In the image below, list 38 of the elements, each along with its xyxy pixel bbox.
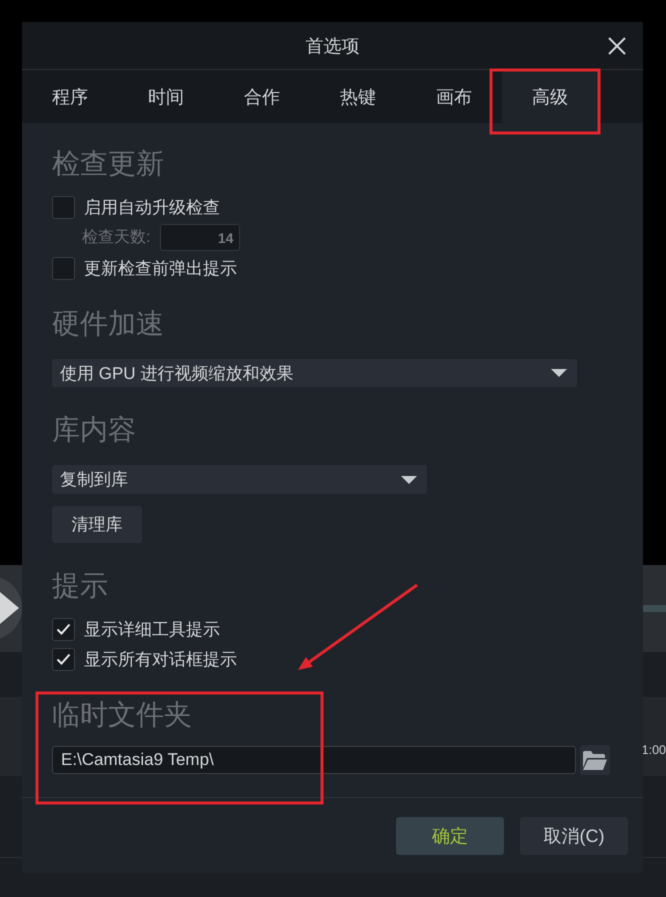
section-heading: 库内容 — [52, 413, 136, 448]
dropdown[interactable]: 复制到库 — [52, 465, 427, 494]
checkbox-label: 启用自动升级检查 — [84, 196, 220, 219]
play-button[interactable] — [0, 576, 22, 640]
section-heading: 检查更新 — [52, 147, 164, 182]
checkbox[interactable] — [52, 618, 75, 641]
tab[interactable]: 合作 — [214, 70, 310, 124]
close-button[interactable] — [607, 36, 627, 56]
caret-icon — [401, 476, 417, 484]
tab[interactable]: 程序 — [22, 70, 118, 124]
folder-icon — [583, 750, 607, 770]
cancel-button[interactable]: 取消(C) — [520, 817, 628, 855]
close-icon — [608, 36, 626, 55]
tab[interactable]: 画布 — [406, 70, 502, 124]
tab[interactable]: 高级 — [502, 70, 598, 124]
tab[interactable]: 热键 — [310, 70, 406, 124]
section-heading: 硬件加速 — [52, 307, 164, 342]
check-icon — [56, 653, 71, 666]
window-title: 首选项 — [306, 34, 360, 58]
checkbox[interactable] — [52, 196, 75, 219]
section-heading: 临时文件夹 — [52, 698, 192, 732]
browse-button[interactable] — [580, 745, 610, 776]
section-heading: 提示 — [52, 569, 108, 604]
dropdown[interactable]: 使用 GPU 进行视频缩放和效果 — [52, 359, 577, 388]
ok-button[interactable]: 确定 — [396, 817, 504, 855]
checkbox[interactable] — [52, 648, 75, 671]
path-field[interactable]: E:\Camtasia9 Temp\ — [52, 746, 576, 774]
tab[interactable]: 时间 — [118, 70, 214, 124]
checkbox-label: 显示详细工具提示 — [84, 618, 220, 641]
time-label: 1:00 — [642, 743, 666, 759]
check-icon — [56, 623, 71, 636]
timeline-bar — [643, 605, 666, 612]
checkbox-label: 显示所有对话框提示 — [84, 648, 237, 671]
caret-icon — [551, 369, 567, 378]
checkbox[interactable] — [52, 256, 75, 280]
clean-library-button[interactable]: 清理库 — [52, 506, 142, 544]
checkbox-label: 更新检查前弹出提示 — [84, 258, 237, 280]
field-label: 检查天数: — [82, 228, 150, 248]
